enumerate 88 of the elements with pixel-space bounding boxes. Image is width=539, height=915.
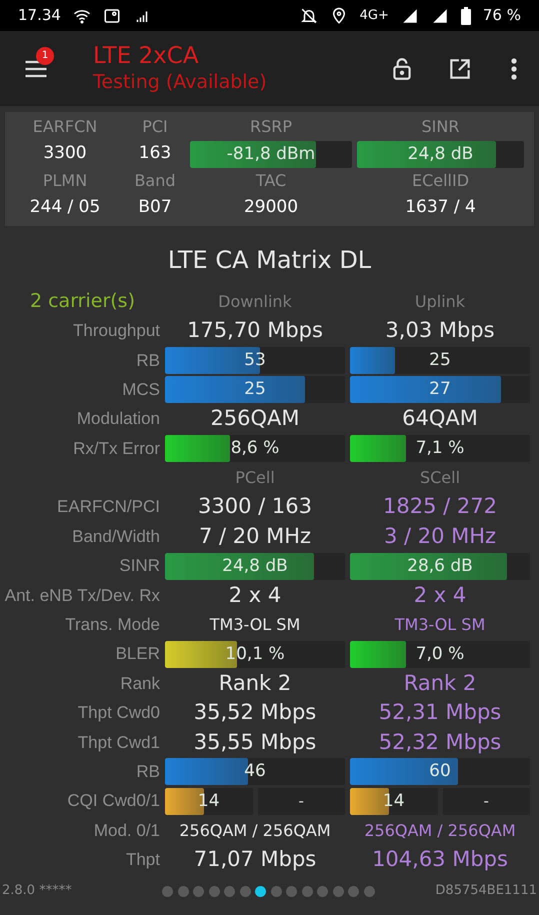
- meter-value: -: [298, 790, 304, 812]
- row-label: Thpt Cwd0: [78, 702, 160, 724]
- cell-value: 64QAM: [402, 405, 478, 432]
- cell-value: 7 / 20 MHz: [198, 522, 312, 550]
- meter-value: 25: [244, 381, 266, 398]
- column-header: Uplink: [414, 290, 466, 312]
- row-label: Rx/Tx Error: [73, 438, 160, 460]
- column-header: Downlink: [218, 290, 292, 312]
- app-subtitle: Testing (Available): [93, 71, 267, 95]
- carrier-count: 2 carrier(s): [30, 289, 135, 314]
- signal-icon: [430, 6, 449, 24]
- cell-value: 256QAM / 256QAM: [179, 820, 331, 842]
- cell-value: 35,52 Mbps: [194, 699, 316, 726]
- field-label: ECellID: [410, 170, 470, 192]
- meter-value: 60: [429, 763, 451, 780]
- row-label: Trans. Mode: [65, 614, 160, 636]
- cell-value: 3,03 Mbps: [385, 317, 495, 344]
- cell-value: TM3-OL SM: [210, 614, 300, 636]
- row-label: EARFCN/PCI: [57, 496, 160, 518]
- network-type: 4G+: [360, 6, 389, 25]
- row-label: Ant. eNB Tx/Dev. Rx: [4, 584, 160, 607]
- meter-value: 27: [429, 381, 451, 398]
- cell-value: Rank 2: [404, 670, 476, 697]
- notification-badge: 1: [36, 46, 54, 64]
- field-value: 29000: [244, 196, 298, 220]
- map-icon: [102, 6, 121, 24]
- cell-value: 1825 / 272: [383, 493, 497, 520]
- row-label: SINR: [119, 555, 160, 578]
- battery-icon: [460, 6, 471, 24]
- row-label: CQI Cwd0/1: [67, 790, 160, 812]
- battery-level: 76 %: [482, 5, 521, 26]
- field-label: PCI: [141, 116, 169, 138]
- column-header: SCell: [420, 466, 460, 489]
- app-title: LTE 2xCA: [93, 42, 200, 71]
- field-label: EARFCN: [32, 116, 98, 138]
- meter-value: 25: [429, 352, 451, 369]
- field-value: 1637 / 4: [405, 196, 476, 220]
- app-version: 2.8.0 *****: [2, 882, 73, 900]
- field-label: RSRP: [248, 116, 294, 138]
- meter-value: 7,1 %: [416, 440, 464, 457]
- cell-value: 52,32 Mbps: [378, 728, 502, 756]
- cell-value: 175,70 Mbps: [187, 317, 323, 344]
- field-value: B07: [138, 196, 172, 220]
- field-value: 163: [138, 142, 172, 166]
- row-label: Thpt Cwd1: [78, 732, 160, 754]
- field-label: PLMN: [42, 170, 88, 192]
- more-vertical-icon: [511, 58, 517, 80]
- muted-bell-icon: [300, 6, 318, 24]
- meter-value: 7,0 %: [416, 646, 464, 663]
- clock-time: 17.34: [18, 5, 61, 26]
- meter-value: 24,8 dB: [408, 146, 474, 162]
- cell-value: 3300 / 163: [198, 493, 312, 520]
- signal-icon: [400, 6, 419, 24]
- device-id: D85754BE1111: [435, 882, 537, 900]
- row-label: Modulation: [76, 408, 160, 430]
- cell-value: Rank 2: [218, 670, 292, 697]
- field-label: TAC: [254, 170, 288, 192]
- row-label: Band/Width: [72, 526, 160, 548]
- meter-value: 28,6 dB: [407, 558, 473, 575]
- row-label: MCS: [122, 378, 160, 401]
- more-options-button[interactable]: [511, 58, 517, 80]
- cell-value: 256QAM / 256QAM: [364, 820, 516, 842]
- row-label: BLER: [116, 643, 160, 666]
- field-label: SINR: [420, 116, 460, 138]
- row-label: Thpt: [126, 849, 160, 872]
- meter-value: 8,6 %: [230, 440, 280, 457]
- meter-value: 24,8 dB: [222, 558, 288, 575]
- row-label: Throughput: [73, 320, 160, 342]
- cell-value: 2 x 4: [228, 582, 282, 609]
- row-label: RB: [136, 350, 160, 372]
- cell-value: 71,07 Mbps: [194, 846, 316, 874]
- meter-value: -: [484, 790, 489, 812]
- cell-value: 52,31 Mbps: [378, 699, 502, 726]
- meter-value: -81,8 dBm: [226, 146, 316, 162]
- cell-value: 2 x 4: [414, 582, 466, 609]
- matrix-title: LTE CA Matrix DL: [166, 245, 372, 276]
- row-label: Rank: [120, 672, 160, 695]
- cell-value: 104,63 Mbps: [372, 846, 508, 874]
- field-value: 244 / 05: [30, 196, 100, 220]
- cell-value: 3 / 20 MHz: [384, 522, 496, 550]
- column-header: PCell: [235, 466, 275, 489]
- field-label: Band: [133, 170, 177, 192]
- cell-value: 35,55 Mbps: [194, 728, 316, 756]
- cell-value: TM3-OL SM: [394, 614, 486, 636]
- row-label: Mod. 0/1: [94, 820, 160, 842]
- row-label: RB: [136, 761, 160, 783]
- field-value: 3300: [43, 142, 87, 166]
- cell-value: 256QAM: [210, 405, 300, 432]
